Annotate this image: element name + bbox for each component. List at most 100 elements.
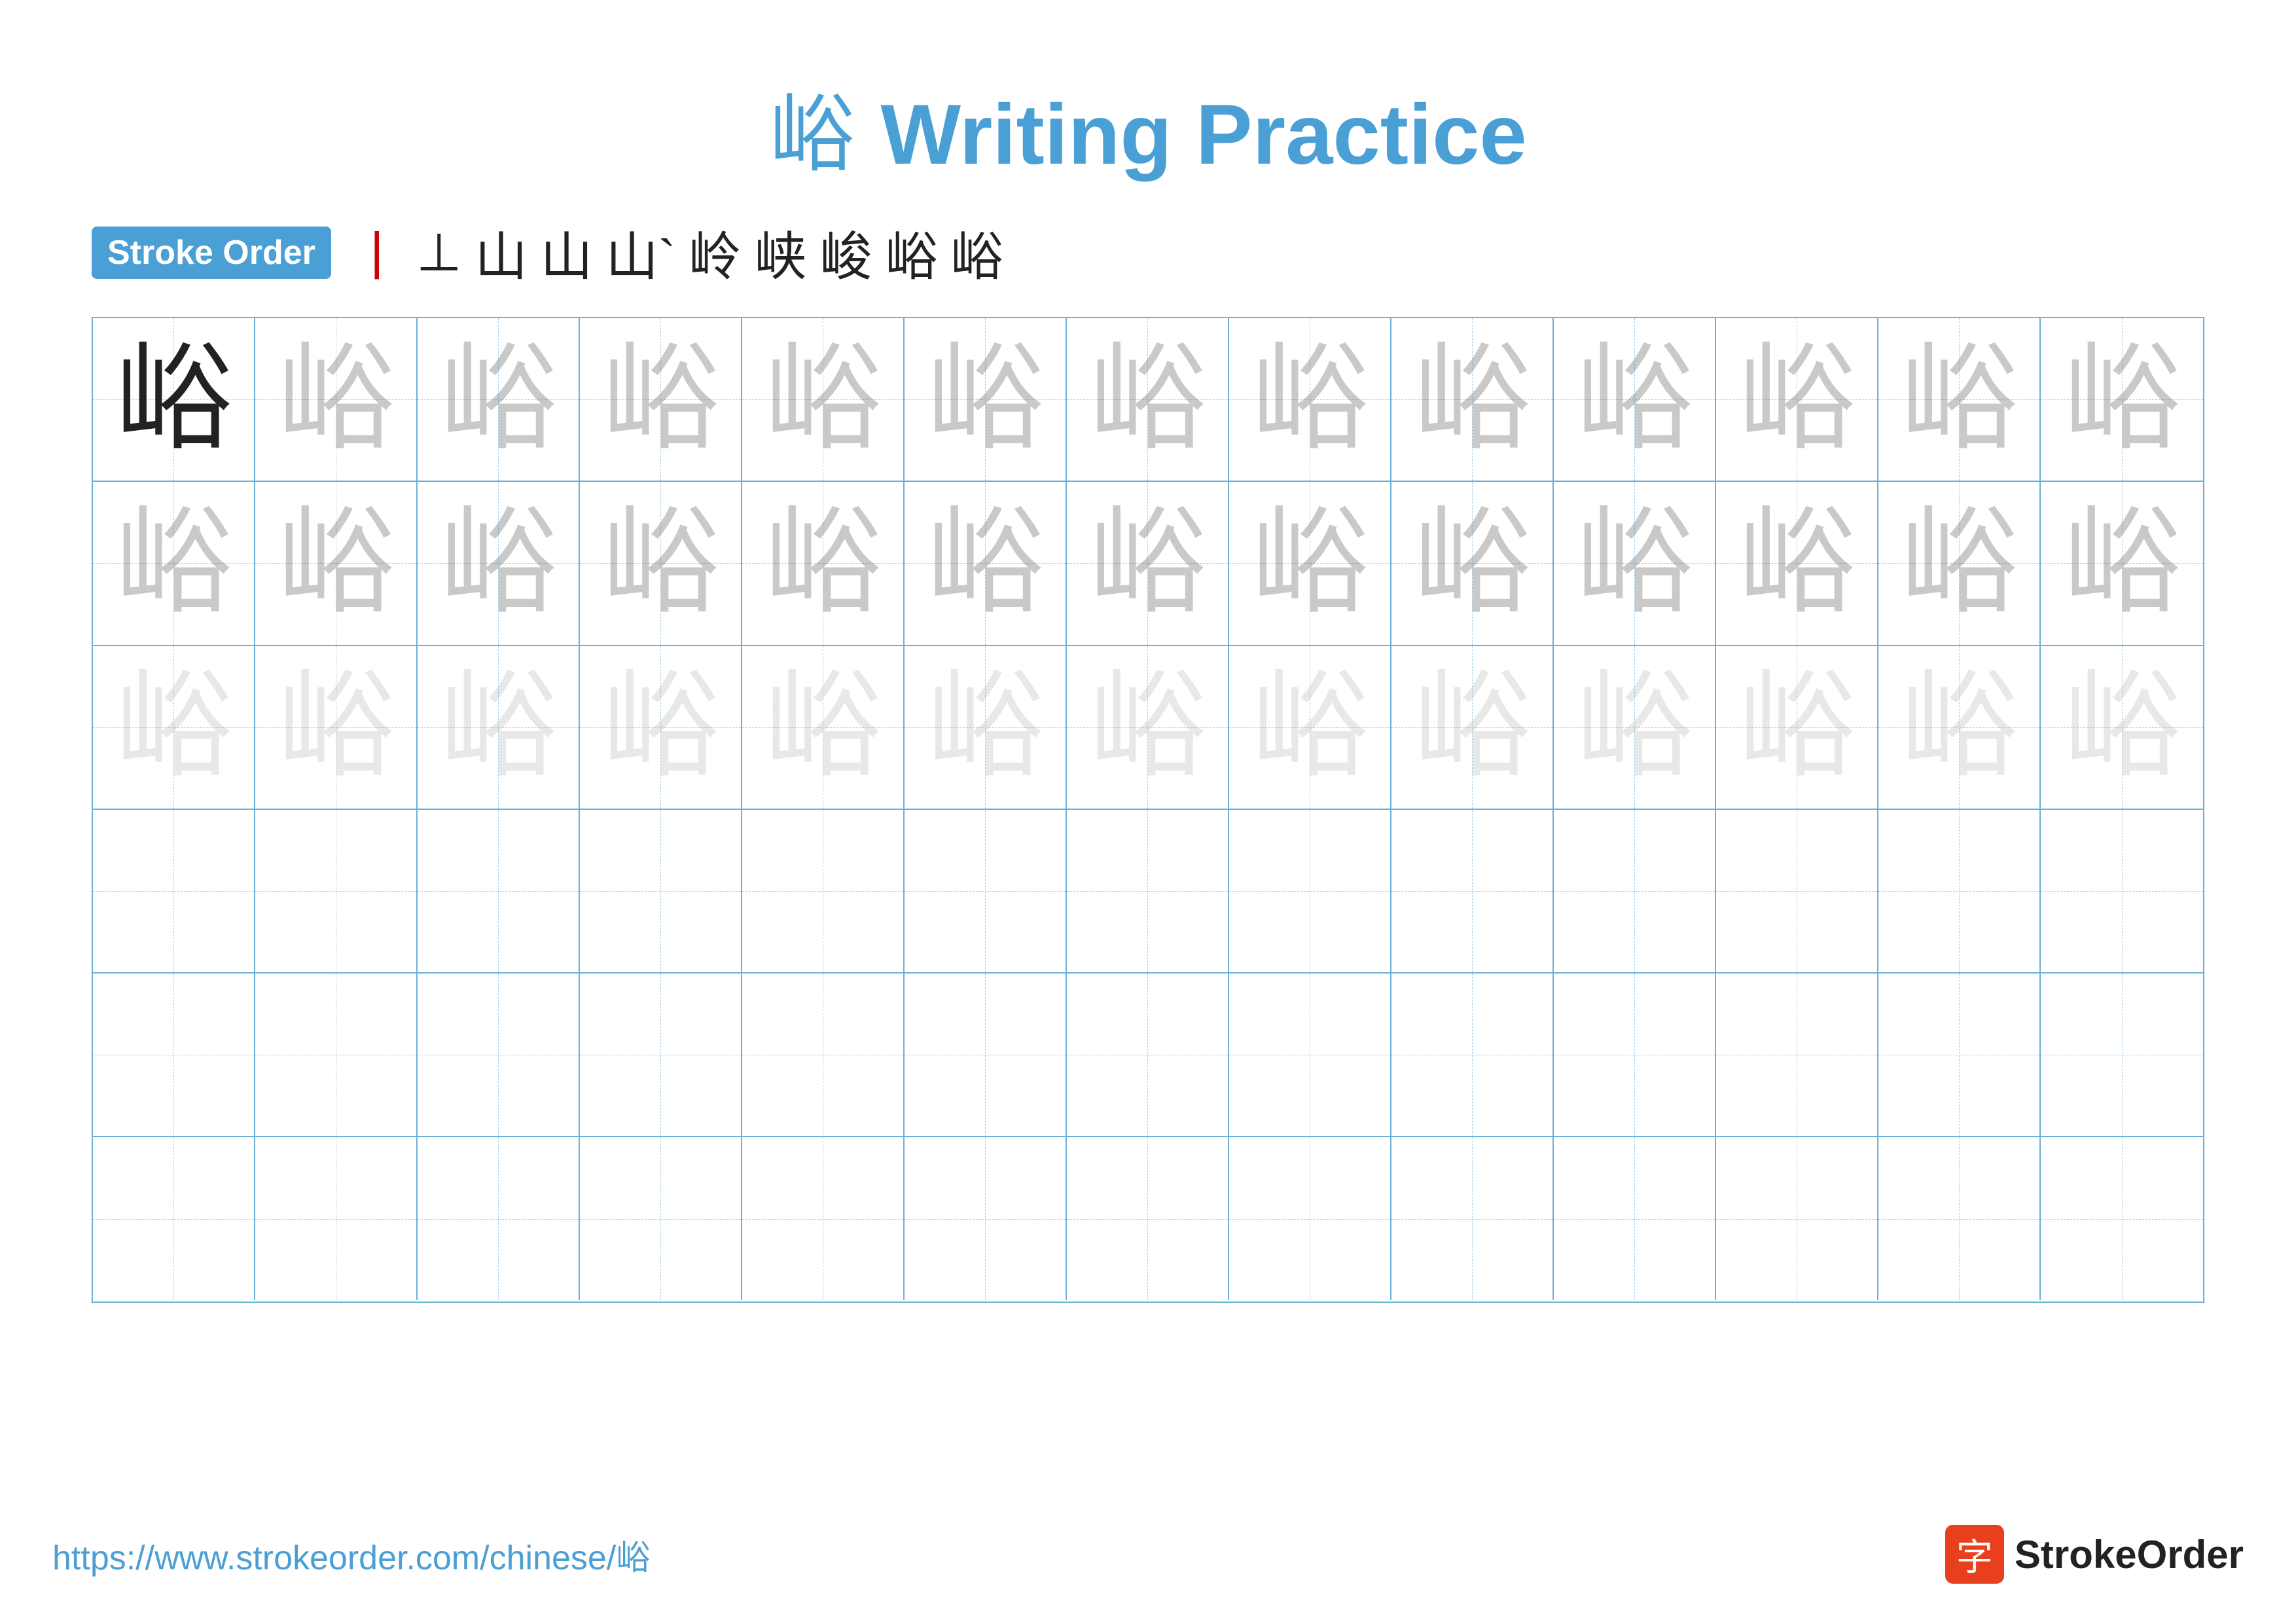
cell-6-10[interactable] — [1554, 1137, 1716, 1300]
char-guide: 峪 — [927, 505, 1044, 622]
cell-4-3[interactable] — [418, 810, 580, 972]
cell-3-5[interactable]: 峪 — [742, 646, 905, 809]
cell-3-2[interactable]: 峪 — [255, 646, 418, 809]
cell-5-10[interactable] — [1554, 974, 1716, 1136]
cell-3-11[interactable]: 峪 — [1716, 646, 1878, 809]
cell-1-3[interactable]: 峪 — [418, 318, 580, 481]
char-guide: 峪 — [2064, 505, 2181, 622]
char-guide: 峪 — [1901, 668, 2018, 786]
cell-5-3[interactable] — [418, 974, 580, 1136]
cell-1-10[interactable]: 峪 — [1554, 318, 1716, 481]
cell-4-13[interactable] — [2041, 810, 2203, 972]
cell-6-9[interactable] — [1391, 1137, 1554, 1300]
cell-3-12[interactable]: 峪 — [1878, 646, 2041, 809]
cell-1-9[interactable]: 峪 — [1391, 318, 1554, 481]
cell-6-2[interactable] — [255, 1137, 418, 1300]
cell-3-10[interactable]: 峪 — [1554, 646, 1716, 809]
cell-2-10[interactable]: 峪 — [1554, 482, 1716, 644]
grid-row-2: 峪 峪 峪 峪 峪 峪 峪 峪 峪 峪 峪 峪 峪 — [93, 482, 2203, 646]
char-solid: 峪 — [115, 341, 232, 458]
cell-6-6[interactable] — [905, 1137, 1067, 1300]
cell-2-11[interactable]: 峪 — [1716, 482, 1878, 644]
cell-2-4[interactable]: 峪 — [580, 482, 742, 644]
char-guide: 峪 — [764, 668, 882, 786]
cell-5-9[interactable] — [1391, 974, 1554, 1136]
cell-5-4[interactable] — [580, 974, 742, 1136]
cell-6-4[interactable] — [580, 1137, 742, 1300]
cell-4-5[interactable] — [742, 810, 905, 972]
cell-2-6[interactable]: 峪 — [905, 482, 1067, 644]
cell-3-3[interactable]: 峪 — [418, 646, 580, 809]
cell-3-13[interactable]: 峪 — [2041, 646, 2203, 809]
cell-5-2[interactable] — [255, 974, 418, 1136]
cell-4-9[interactable] — [1391, 810, 1554, 972]
cell-2-7[interactable]: 峪 — [1067, 482, 1229, 644]
cell-1-8[interactable]: 峪 — [1229, 318, 1391, 481]
cell-2-9[interactable]: 峪 — [1391, 482, 1554, 644]
cell-6-11[interactable] — [1716, 1137, 1878, 1300]
cell-3-9[interactable]: 峪 — [1391, 646, 1554, 809]
char-guide: 峪 — [1414, 341, 1531, 458]
cell-2-2[interactable]: 峪 — [255, 482, 418, 644]
cell-6-8[interactable] — [1229, 1137, 1391, 1300]
cell-2-8[interactable]: 峪 — [1229, 482, 1391, 644]
cell-4-11[interactable] — [1716, 810, 1878, 972]
stroke-8: 峻 — [819, 215, 872, 291]
logo-text: StrokeOrder — [2015, 1532, 2244, 1577]
char-guide: 峪 — [1251, 341, 1369, 458]
char-guide: 峪 — [1738, 341, 1856, 458]
cell-3-7[interactable]: 峪 — [1067, 646, 1229, 809]
cell-5-11[interactable] — [1716, 974, 1878, 1136]
stroke-10: 峪 — [950, 215, 1003, 291]
cell-1-11[interactable]: 峪 — [1716, 318, 1878, 481]
cell-5-1[interactable] — [93, 974, 255, 1136]
cell-3-4[interactable]: 峪 — [580, 646, 742, 809]
char-guide: 峪 — [1089, 505, 1206, 622]
cell-1-1[interactable]: 峪 — [93, 318, 255, 481]
stroke-1: 丨 — [351, 215, 403, 291]
cell-2-5[interactable]: 峪 — [742, 482, 905, 644]
cell-4-4[interactable] — [580, 810, 742, 972]
cell-6-13[interactable] — [2041, 1137, 2203, 1300]
cell-6-7[interactable] — [1067, 1137, 1229, 1300]
char-guide: 峪 — [1251, 668, 1369, 786]
cell-5-12[interactable] — [1878, 974, 2041, 1136]
cell-1-6[interactable]: 峪 — [905, 318, 1067, 481]
char-guide: 峪 — [927, 668, 1044, 786]
cell-6-12[interactable] — [1878, 1137, 2041, 1300]
cell-1-4[interactable]: 峪 — [580, 318, 742, 481]
cell-4-6[interactable] — [905, 810, 1067, 972]
char-guide: 峪 — [602, 505, 719, 622]
cell-5-5[interactable] — [742, 974, 905, 1136]
cell-1-12[interactable]: 峪 — [1878, 318, 2041, 481]
cell-6-5[interactable] — [742, 1137, 905, 1300]
cell-3-1[interactable]: 峪 — [93, 646, 255, 809]
cell-6-3[interactable] — [418, 1137, 580, 1300]
cell-4-1[interactable] — [93, 810, 255, 972]
page: 峪 Writing Practice Stroke Order 丨 ⊥ 山 山 … — [0, 0, 2296, 1623]
cell-5-13[interactable] — [2041, 974, 2203, 1136]
logo-icon: 字 — [1945, 1525, 2004, 1584]
cell-1-13[interactable]: 峪 — [2041, 318, 2203, 481]
cell-2-1[interactable]: 峪 — [93, 482, 255, 644]
cell-5-8[interactable] — [1229, 974, 1391, 1136]
cell-4-10[interactable] — [1554, 810, 1716, 972]
char-guide: 峪 — [440, 341, 557, 458]
cell-3-8[interactable]: 峪 — [1229, 646, 1391, 809]
cell-1-5[interactable]: 峪 — [742, 318, 905, 481]
cell-4-2[interactable] — [255, 810, 418, 972]
cell-1-7[interactable]: 峪 — [1067, 318, 1229, 481]
cell-2-13[interactable]: 峪 — [2041, 482, 2203, 644]
cell-4-8[interactable] — [1229, 810, 1391, 972]
cell-2-3[interactable]: 峪 — [418, 482, 580, 644]
cell-1-2[interactable]: 峪 — [255, 318, 418, 481]
cell-5-6[interactable] — [905, 974, 1067, 1136]
cell-4-12[interactable] — [1878, 810, 2041, 972]
char-guide: 峪 — [1738, 505, 1856, 622]
cell-5-7[interactable] — [1067, 974, 1229, 1136]
footer-url[interactable]: https://www.strokeorder.com/chinese/峪 — [52, 1530, 650, 1579]
cell-4-7[interactable] — [1067, 810, 1229, 972]
cell-2-12[interactable]: 峪 — [1878, 482, 2041, 644]
cell-6-1[interactable] — [93, 1137, 255, 1300]
cell-3-6[interactable]: 峪 — [905, 646, 1067, 809]
